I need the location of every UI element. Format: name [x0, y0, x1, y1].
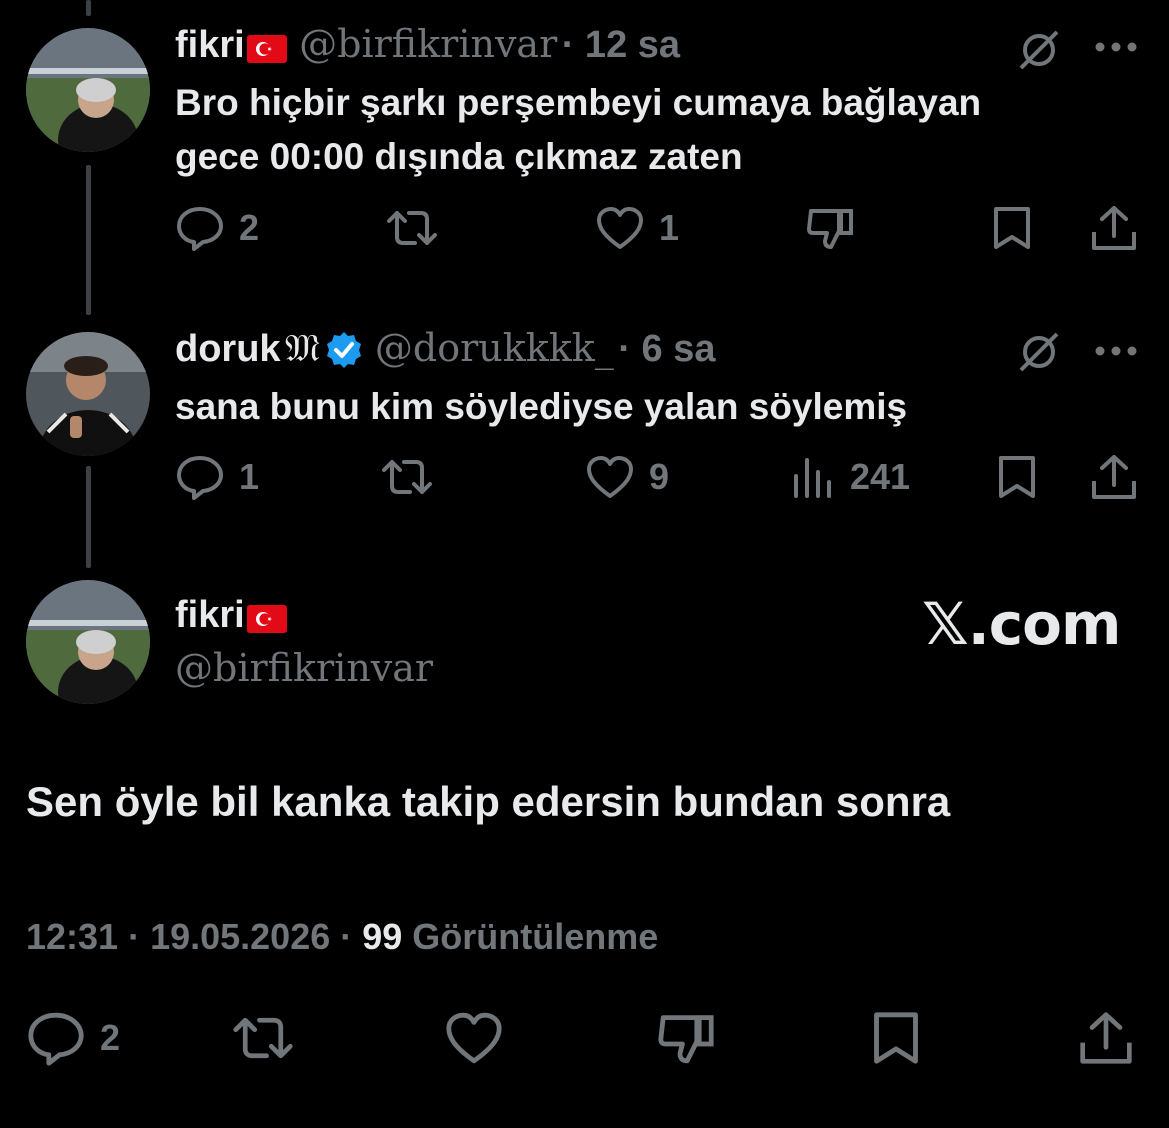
dislike-button[interactable]	[656, 1006, 716, 1070]
like-button[interactable]: 1	[595, 198, 679, 258]
like-button[interactable]: 9	[585, 447, 669, 507]
tweet-1-header: fikri @birfikrinvar · 12 sa	[175, 22, 680, 67]
reply-icon	[175, 205, 225, 251]
timestamp[interactable]: · 12 sa	[562, 24, 680, 66]
reply-button[interactable]: 2	[175, 198, 259, 258]
post-timestamp[interactable]: 12:31 · 19.05.2026 ·	[26, 916, 362, 957]
thread-line-top	[86, 0, 91, 16]
share-button[interactable]	[1090, 447, 1138, 507]
views-count: 241	[850, 456, 911, 497]
bookmark-icon	[990, 205, 1034, 251]
display-name[interactable]: doruk	[175, 328, 281, 370]
reply-button[interactable]: 1	[175, 447, 259, 507]
reply-icon	[26, 1010, 86, 1066]
reply-icon	[175, 454, 225, 500]
verified-badge-icon	[324, 330, 364, 375]
retweet-icon	[385, 205, 439, 251]
tweet-2-actions: 1 9 241	[175, 447, 1145, 507]
bookmark-button[interactable]	[995, 447, 1039, 507]
retweet-button[interactable]	[380, 447, 434, 507]
like-count: 1	[659, 207, 680, 248]
thread-line-2	[86, 466, 91, 568]
main-tweet-name-row: fikri	[175, 594, 287, 637]
name-badge-glyph: 𝔐	[285, 326, 320, 370]
handle[interactable]: @birfikrinvar	[175, 646, 433, 690]
dislike-icon	[805, 205, 855, 251]
avatar-doruk[interactable]	[26, 332, 150, 456]
turkey-flag-icon	[246, 34, 287, 63]
share-icon	[1078, 1010, 1134, 1066]
avatar-fikri[interactable]	[26, 580, 150, 704]
bookmark-button[interactable]	[869, 1006, 923, 1070]
x-com-watermark: 𝕏.com	[922, 590, 1121, 658]
reply-button[interactable]: 2	[26, 1006, 120, 1070]
display-name[interactable]: fikri	[175, 594, 245, 636]
tweet-2-header: doruk 𝔐 @dorukkkk_ · 6 sa	[175, 326, 715, 379]
reply-count: 2	[100, 1017, 121, 1058]
retweet-icon	[231, 1010, 295, 1066]
main-tweet-meta: 12:31 · 19.05.2026 · 99 Görüntülenme	[26, 916, 658, 958]
retweet-button[interactable]	[231, 1006, 295, 1070]
bookmark-icon	[869, 1010, 923, 1066]
like-button[interactable]	[444, 1006, 504, 1070]
views-button[interactable]: 241	[792, 447, 910, 507]
view-label: Görüntülenme	[402, 916, 659, 957]
avatar-fikri[interactable]	[26, 28, 150, 152]
tweet-2-body: sana bunu kim söylediyse yalan söylemiş	[175, 386, 908, 427]
dislike-icon	[656, 1010, 716, 1066]
retweet-button[interactable]	[385, 198, 439, 258]
like-count: 9	[649, 456, 670, 497]
handle[interactable]: @birfikrinvar	[299, 22, 557, 66]
view-count: 99	[362, 916, 403, 957]
turkey-flag-icon	[246, 604, 287, 633]
more-icon[interactable]	[1094, 344, 1138, 362]
bookmark-button[interactable]	[990, 198, 1034, 258]
share-button[interactable]	[1078, 1006, 1134, 1070]
tweet-1-actions: 2 1	[175, 198, 1145, 258]
dislike-button[interactable]	[805, 198, 855, 258]
tweet-text-line-2: gece 00:00 dışında çıkmaz zaten	[175, 136, 743, 177]
display-name[interactable]: fikri	[175, 24, 245, 66]
reply-count: 2	[239, 207, 260, 248]
more-icon[interactable]	[1094, 40, 1138, 58]
share-icon	[1090, 453, 1138, 501]
bookmark-icon	[995, 454, 1039, 500]
reply-count: 1	[239, 456, 260, 497]
grok-icon[interactable]	[1015, 28, 1063, 77]
grok-icon[interactable]	[1015, 330, 1063, 379]
timestamp[interactable]: · 6 sa	[618, 328, 715, 370]
views-icon	[792, 454, 836, 500]
tweet-1-body: Bro hiçbir şarkı perşembeyi cumaya bağla…	[175, 76, 1155, 184]
like-icon	[585, 454, 635, 500]
handle[interactable]: @dorukkkk_	[375, 326, 614, 370]
like-icon	[444, 1010, 504, 1066]
like-icon	[595, 205, 645, 251]
main-tweet-text: Sen öyle bil kanka takip edersin bundan …	[26, 778, 951, 825]
share-button[interactable]	[1090, 198, 1138, 258]
thread-line-1	[86, 165, 91, 315]
share-icon	[1090, 204, 1138, 252]
tweet-text-line-1: Bro hiçbir şarkı perşembeyi cumaya bağla…	[175, 82, 982, 123]
main-tweet-actions: 2	[26, 1006, 1136, 1070]
retweet-icon	[380, 454, 434, 500]
